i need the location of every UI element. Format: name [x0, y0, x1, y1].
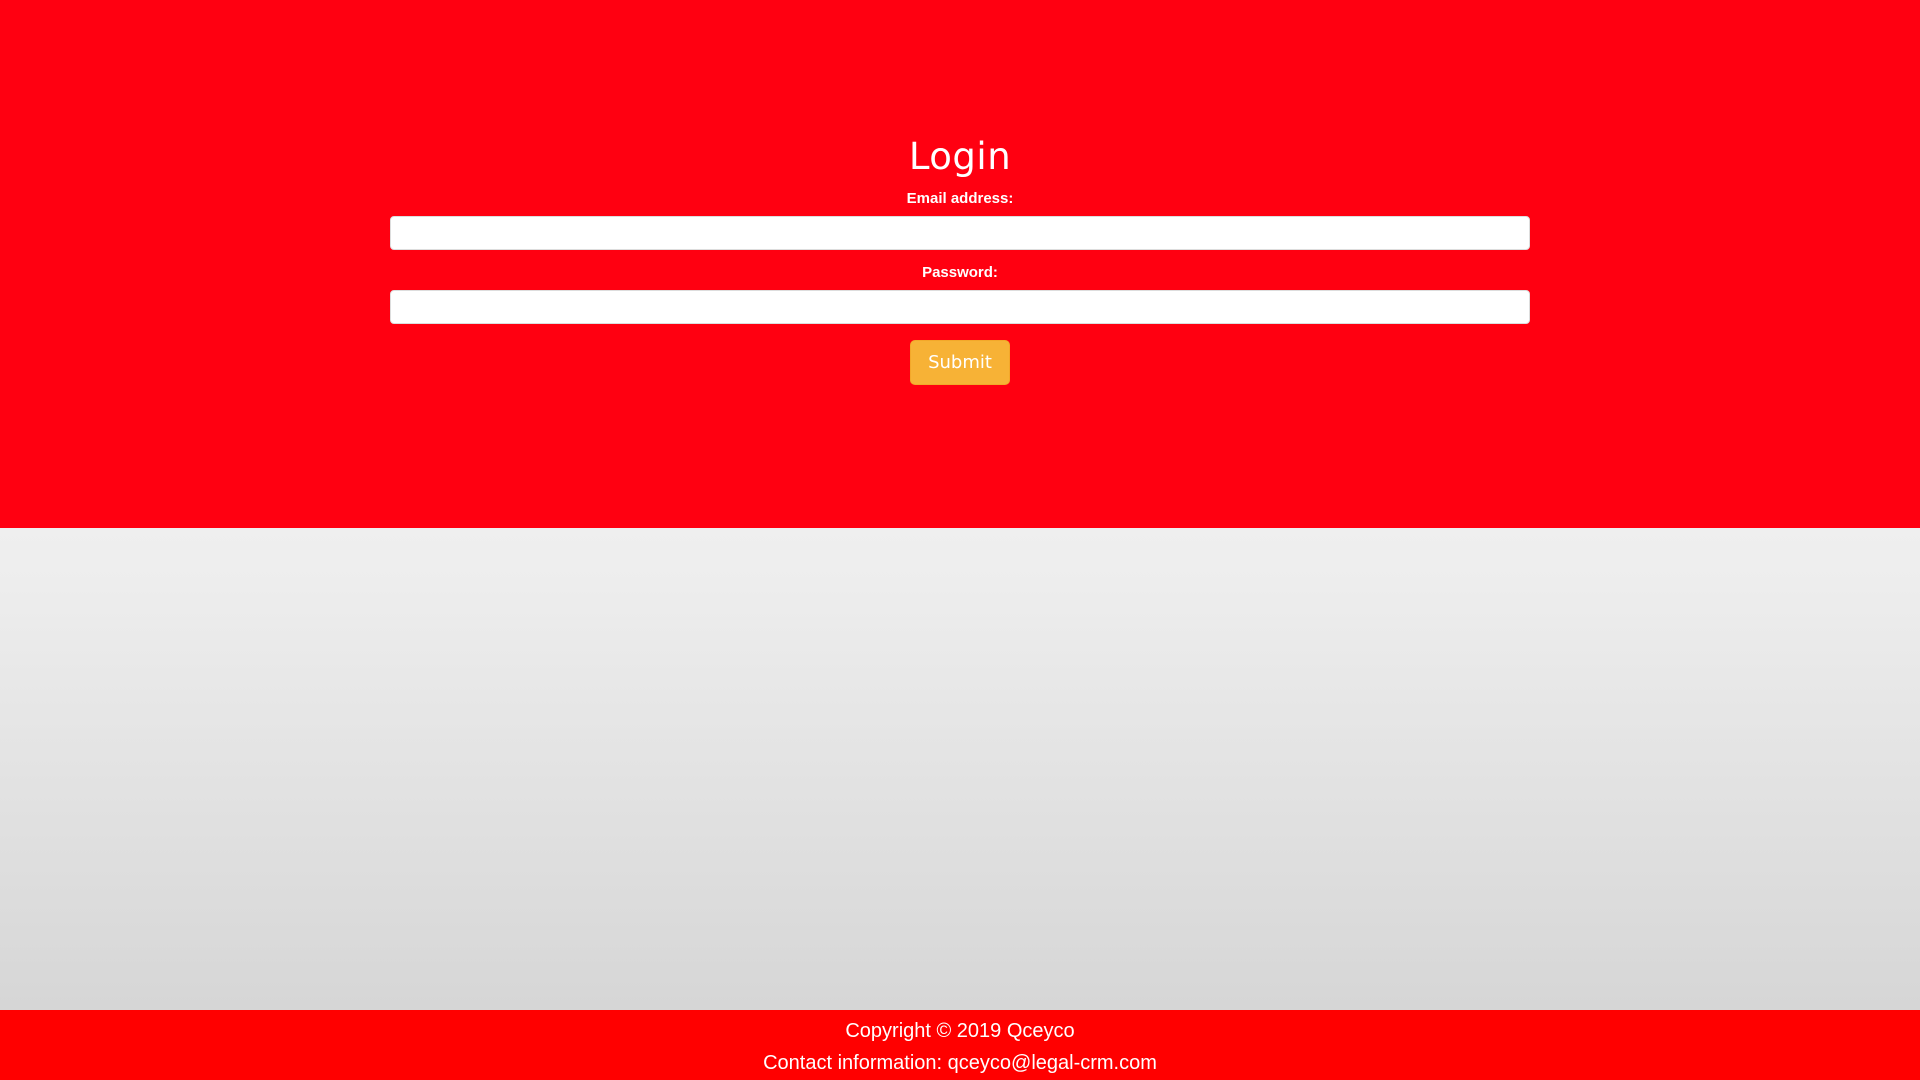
page-footer: Copyright © 2019 Qceyco Contact informat…	[0, 1010, 1920, 1080]
password-field[interactable]	[390, 290, 1530, 324]
login-form: Login Email address: Password: Submit	[390, 132, 1530, 385]
password-label: Password:	[922, 264, 998, 281]
content-area	[0, 528, 1920, 1010]
submit-button[interactable]: Submit	[910, 340, 1010, 385]
footer-contact: Contact information: qceyco@legal-crm.co…	[763, 1052, 1157, 1074]
email-label: Email address:	[906, 190, 1014, 207]
footer-copyright: Copyright © 2019 Qceyco	[845, 1020, 1075, 1042]
email-field[interactable]	[390, 216, 1530, 250]
page-title: Login	[908, 135, 1012, 178]
hero-section: Login Email address: Password: Submit	[0, 0, 1920, 528]
